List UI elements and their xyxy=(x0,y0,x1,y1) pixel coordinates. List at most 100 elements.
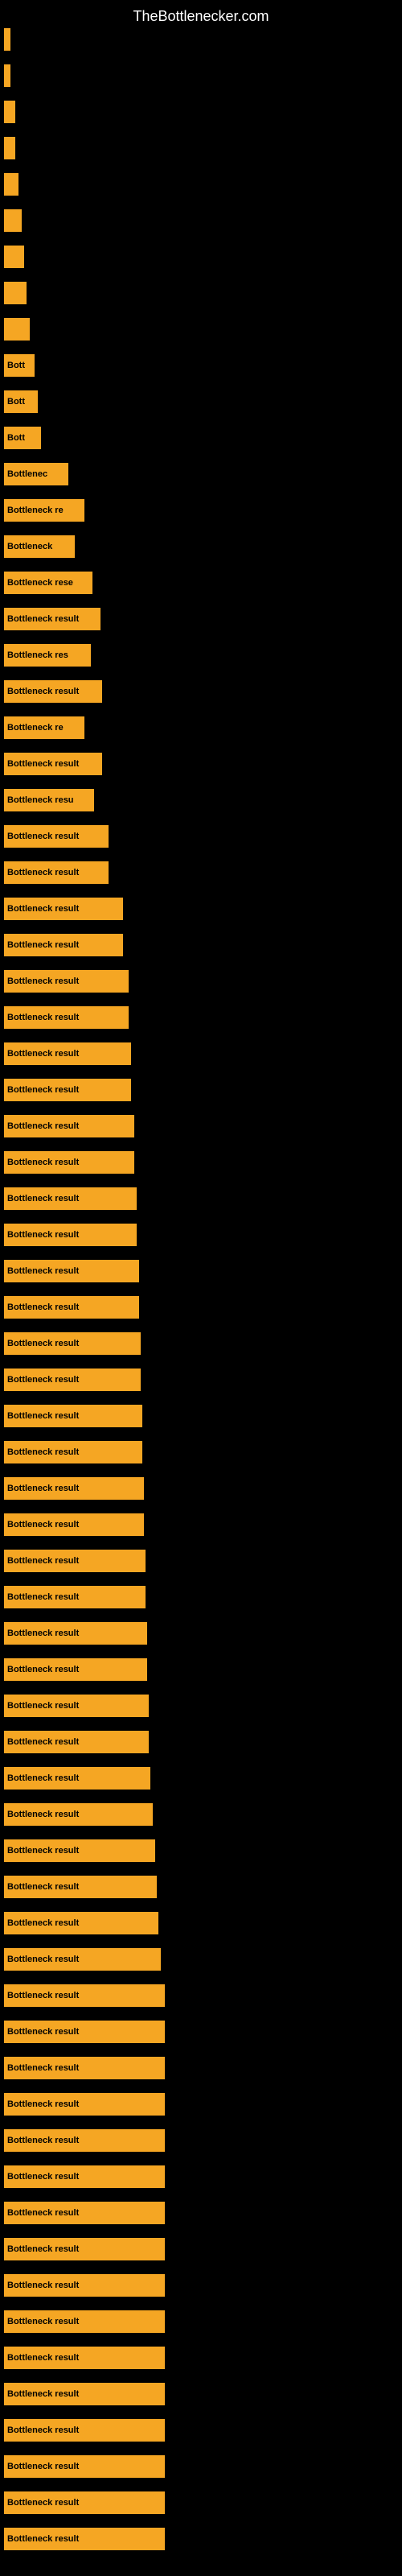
bar-item: Bottleneck result xyxy=(4,1115,134,1137)
bar-item: Bottleneck result xyxy=(4,2528,165,2550)
bar-item: Bottleneck result xyxy=(4,1332,141,1355)
bar-label: Bottleneck result xyxy=(4,1948,161,1971)
bar-item: Bottleneck result xyxy=(4,2383,165,2405)
bar-item xyxy=(4,246,24,268)
bar-label: Bottleneck result xyxy=(4,1187,137,1210)
bar-label: Bottleneck result xyxy=(4,1115,134,1137)
bar-item xyxy=(4,318,30,341)
bar-item: Bottleneck resu xyxy=(4,789,94,811)
bar-item: Bottleneck result xyxy=(4,1368,141,1391)
bar-label xyxy=(4,64,10,87)
bar-item: Bottleneck result xyxy=(4,2202,165,2224)
bar-item: Bottleneck result xyxy=(4,2021,165,2043)
bar-label: Bottleneck result xyxy=(4,1767,150,1790)
bar-label: Bottleneck xyxy=(4,535,75,558)
bar-label: Bottleneck result xyxy=(4,2093,165,2116)
bar-label: Bottleneck result xyxy=(4,1151,134,1174)
bar-item: Bottleneck result xyxy=(4,825,109,848)
bar-label: Bottleneck result xyxy=(4,970,129,993)
bar-item: Bottleneck result xyxy=(4,1658,147,1681)
bar-item: Bottleneck result xyxy=(4,2093,165,2116)
bar-label: Bottleneck result xyxy=(4,2419,165,2442)
bar-item: Bottleneck result xyxy=(4,1296,139,1319)
bar-label xyxy=(4,282,27,304)
bar-label: Bottleneck result xyxy=(4,1006,129,1029)
bar-label: Bottlenec xyxy=(4,463,68,485)
bar-label: Bottleneck result xyxy=(4,2021,165,2043)
bar-label: Bottleneck result xyxy=(4,1912,158,1934)
bar-item: Bottleneck result xyxy=(4,861,109,884)
bar-label: Bottleneck result xyxy=(4,2383,165,2405)
bar-label xyxy=(4,246,24,268)
bar-item: Bottleneck result xyxy=(4,1767,150,1790)
bar-item: Bottleneck result xyxy=(4,2165,165,2188)
bar-item: Bottleneck result xyxy=(4,1912,158,1934)
bar-item: Bottleneck result xyxy=(4,608,100,630)
bar-label: Bottleneck result xyxy=(4,1477,144,1500)
bar-label: Bottleneck result xyxy=(4,2528,165,2550)
bar-label: Bottleneck result xyxy=(4,1405,142,1427)
bar-label: Bottleneck result xyxy=(4,2455,165,2478)
bar-item: Bottleneck result xyxy=(4,898,123,920)
bar-label: Bottleneck res xyxy=(4,644,91,667)
bar-item: Bottleneck result xyxy=(4,1948,161,1971)
bar-item: Bottleneck result xyxy=(4,1731,149,1753)
bar-label: Bottleneck result xyxy=(4,2165,165,2188)
bar-label: Bottleneck result xyxy=(4,1042,131,1065)
bar-item: Bottlenec xyxy=(4,463,68,485)
bar-label: Bottleneck result xyxy=(4,861,109,884)
bar-item: Bottleneck result xyxy=(4,1477,144,1500)
bar-item: Bottleneck result xyxy=(4,1984,165,2007)
bar-label: Bottleneck result xyxy=(4,1441,142,1463)
bar-item: Bottleneck result xyxy=(4,1187,137,1210)
bar-label: Bott xyxy=(4,354,35,377)
bar-label: Bottleneck result xyxy=(4,2491,165,2514)
chart-area: TheBottlenecker.com Bott Bott Bott Bottlene… xyxy=(0,0,402,2576)
bar-label xyxy=(4,173,18,196)
bar-label xyxy=(4,318,30,341)
bar-label: Bottleneck result xyxy=(4,753,102,775)
bar-label: Bottleneck result xyxy=(4,2202,165,2224)
bar-label: Bottleneck rese xyxy=(4,572,92,594)
bar-item xyxy=(4,173,18,196)
bar-item: Bottleneck result xyxy=(4,1441,142,1463)
bar-item: Bottleneck result xyxy=(4,934,123,956)
bar-label: Bottleneck result xyxy=(4,1079,131,1101)
bar-label: Bottleneck result xyxy=(4,1803,153,1826)
bar-label: Bottleneck result xyxy=(4,1658,147,1681)
site-title: TheBottlenecker.com xyxy=(0,0,402,29)
bar-item: Bottleneck result xyxy=(4,1042,131,1065)
bar-label: Bottleneck result xyxy=(4,2238,165,2260)
bar-item: Bottleneck result xyxy=(4,1550,146,1572)
bar-label: Bott xyxy=(4,427,41,449)
bar-item: Bottleneck result xyxy=(4,1151,134,1174)
bar-label xyxy=(4,101,15,123)
bar-item: Bottleneck rese xyxy=(4,572,92,594)
bar-label: Bottleneck re xyxy=(4,499,84,522)
bar-item xyxy=(4,209,22,232)
bar-item: Bottleneck xyxy=(4,535,75,558)
bar-item: Bott xyxy=(4,390,38,413)
bar-item: Bottleneck result xyxy=(4,2274,165,2297)
bar-label: Bott xyxy=(4,390,38,413)
bar-label: Bottleneck result xyxy=(4,1876,157,1898)
bar-item xyxy=(4,64,10,87)
bar-item: Bottleneck result xyxy=(4,1803,153,1826)
bar-label: Bottleneck result xyxy=(4,934,123,956)
bar-label: Bottleneck result xyxy=(4,1260,139,1282)
bar-item: Bott xyxy=(4,354,35,377)
bar-label: Bottleneck result xyxy=(4,1839,155,1862)
bar-item: Bottleneck result xyxy=(4,2419,165,2442)
bar-item: Bottleneck result xyxy=(4,753,102,775)
bar-label: Bottleneck result xyxy=(4,2310,165,2333)
bar-label: Bottleneck result xyxy=(4,825,109,848)
bar-item: Bottleneck result xyxy=(4,2455,165,2478)
bar-item: Bottleneck result xyxy=(4,1224,137,1246)
bar-item xyxy=(4,137,15,159)
bar-item: Bottleneck result xyxy=(4,2310,165,2333)
bar-label: Bottleneck result xyxy=(4,1296,139,1319)
bar-label: Bottleneck result xyxy=(4,2057,165,2079)
bar-item: Bottleneck result xyxy=(4,1586,146,1608)
bar-label: Bottleneck result xyxy=(4,1984,165,2007)
bar-label: Bottleneck result xyxy=(4,1550,146,1572)
